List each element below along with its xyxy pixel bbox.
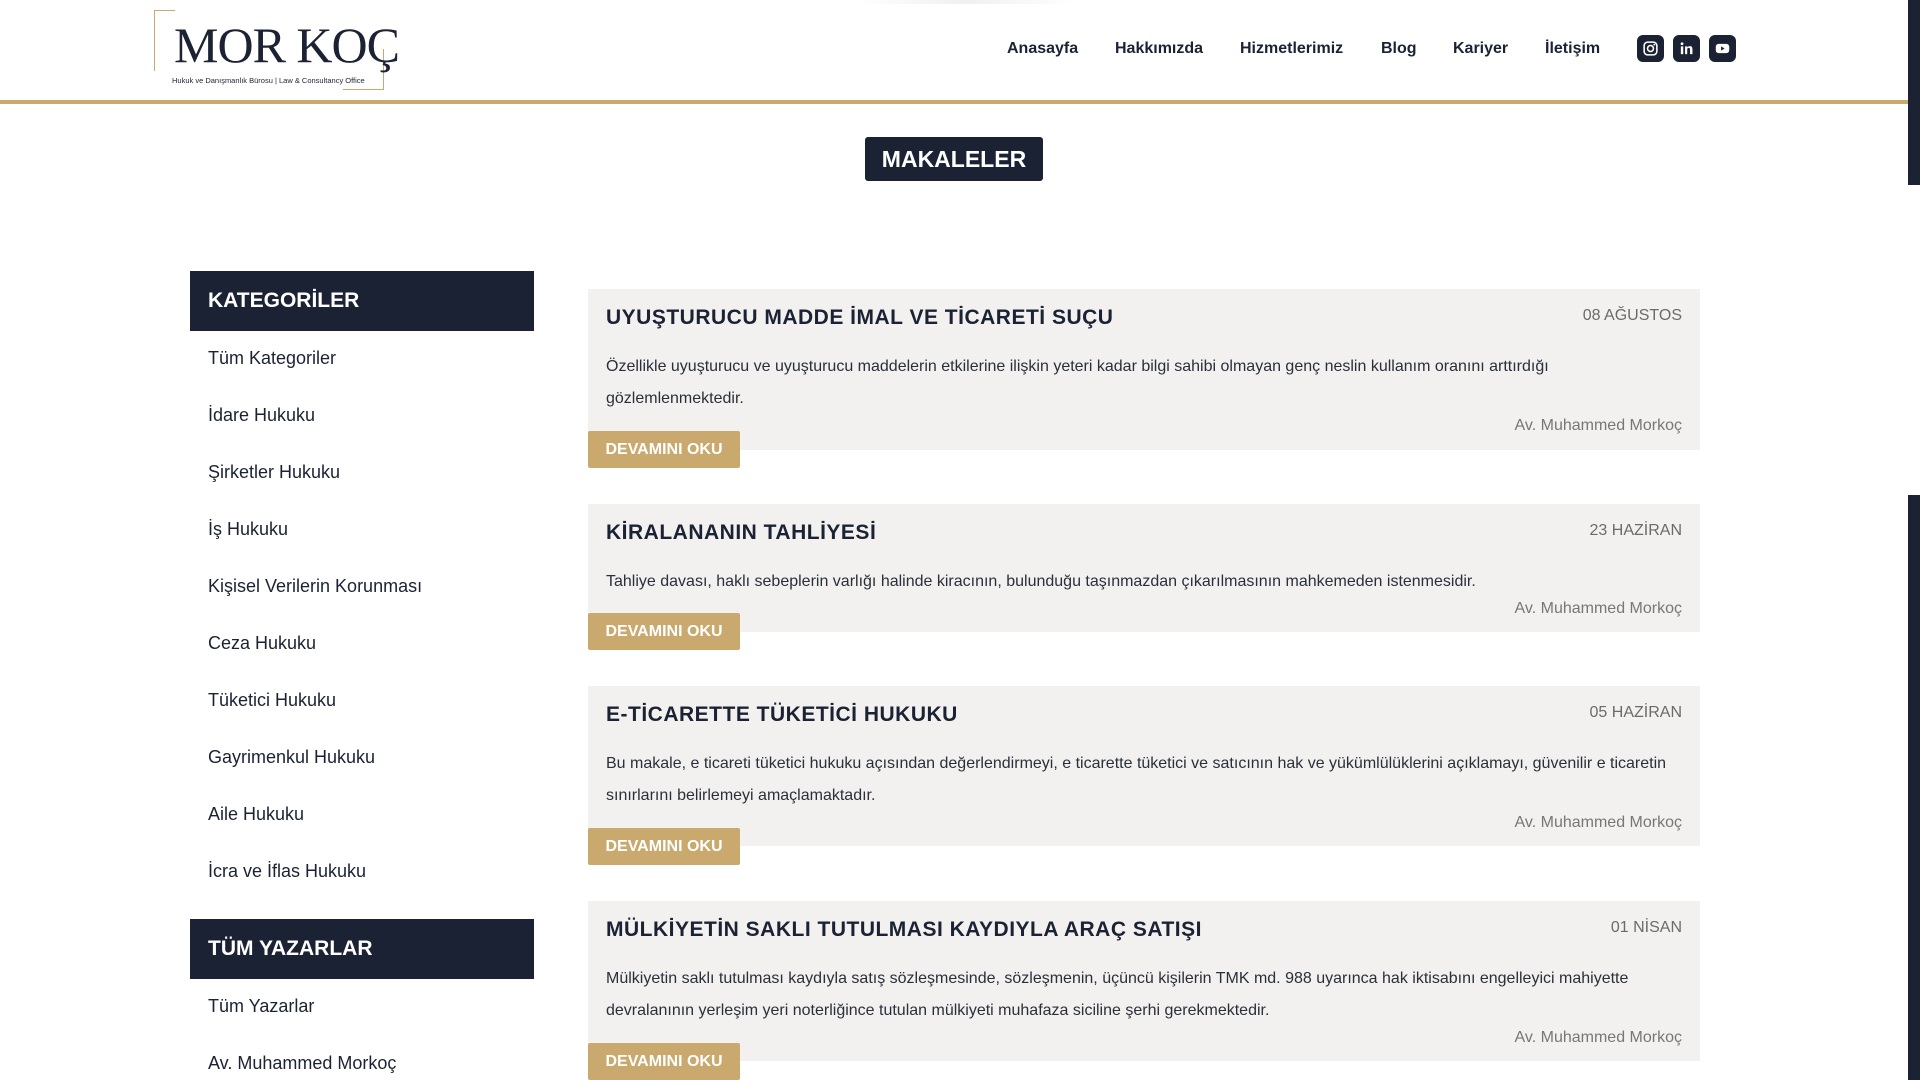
category-item-sirketler[interactable]: Şirketler Hukuku — [208, 462, 340, 483]
read-more-button[interactable]: DEVAMINI OKU — [588, 1043, 740, 1080]
instagram-icon[interactable] — [1637, 35, 1664, 62]
article-author[interactable]: Av. Muhammed Morkoç — [1515, 814, 1682, 832]
article-date: 08 AĞUSTOS — [1582, 307, 1682, 324]
article-title[interactable]: KİRALANANIN TAHLİYESİ — [606, 521, 876, 545]
read-more-button[interactable]: DEVAMINI OKU — [588, 431, 740, 468]
article-title[interactable]: E-TİCARETTE TÜKETİCİ HUKUKU — [606, 703, 958, 727]
nav-item-iletisim[interactable]: İletişim — [1545, 40, 1600, 58]
nav-item-kariyer[interactable]: Kariyer — [1453, 40, 1508, 58]
nav-item-hizmetlerimiz[interactable]: Hizmetlerimiz — [1240, 40, 1343, 58]
category-item-icra[interactable]: İcra ve İflas Hukuku — [208, 861, 366, 882]
read-more-button[interactable]: DEVAMINI OKU — [588, 828, 740, 865]
article-excerpt: Bu makale, e ticareti tüketici hukuku aç… — [606, 755, 1667, 804]
nav-item-blog[interactable]: Blog — [1381, 40, 1417, 58]
article-date: 05 HAZİRAN — [1589, 704, 1682, 721]
author-item-morkoc[interactable]: Av. Muhammed Morkoç — [208, 1053, 396, 1074]
category-item-aile[interactable]: Aile Hukuku — [208, 804, 304, 825]
article-author[interactable]: Av. Muhammed Morkoç — [1515, 1029, 1682, 1047]
authors-heading: TÜM YAZARLAR — [190, 919, 534, 979]
author-item-all[interactable]: Tüm Yazarlar — [208, 996, 314, 1017]
categories-heading: KATEGORİLER — [190, 271, 534, 331]
brand-tagline: Hukuk ve Danışmanlık Bürosu | Law & Cons… — [172, 76, 365, 85]
page-title: MAKALELER — [865, 137, 1043, 181]
article-card: E-TİCARETTE TÜKETİCİ HUKUKU 05 HAZİRAN B… — [588, 686, 1700, 865]
article-card: MÜLKİYETİN SAKLI TUTULMASI KAYDIYLA ARAÇ… — [588, 901, 1700, 1080]
page-scrollbar[interactable] — [1908, 0, 1920, 1080]
article-title[interactable]: MÜLKİYETİN SAKLI TUTULMASI KAYDIYLA ARAÇ… — [606, 918, 1202, 942]
article-card: KİRALANANIN TAHLİYESİ 23 HAZİRAN Tahliye… — [588, 504, 1700, 650]
linkedin-icon[interactable] — [1673, 35, 1700, 62]
category-item-all[interactable]: Tüm Kategoriler — [208, 348, 336, 369]
scrollbar-thumb[interactable] — [1908, 185, 1920, 495]
article-title[interactable]: UYUŞTURUCU MADDE İMAL VE TİCARETİ SUÇU — [606, 306, 1113, 330]
header-shadow — [856, 0, 1076, 4]
logo-frame-top-left — [154, 10, 175, 71]
nav-item-hakkimizda[interactable]: Hakkımızda — [1115, 40, 1203, 58]
article-date: 01 NİSAN — [1610, 919, 1682, 936]
article-excerpt: Mülkiyetin saklı tutulması kaydıyla satı… — [606, 970, 1629, 1019]
brand-logo[interactable]: MOR KOÇ Hukuk ve Danışmanlık Bürosu | La… — [154, 10, 400, 90]
category-item-ceza[interactable]: Ceza Hukuku — [208, 633, 316, 654]
category-item-gayrimenkul[interactable]: Gayrimenkul Hukuku — [208, 747, 375, 768]
article-excerpt: Özellikle uyuşturucu ve uyuşturucu madde… — [606, 358, 1549, 407]
article-date: 23 HAZİRAN — [1589, 522, 1682, 539]
category-item-kvkk[interactable]: Kişisel Verilerin Korunması — [208, 576, 422, 597]
article-author[interactable]: Av. Muhammed Morkoç — [1515, 600, 1682, 618]
article-card: UYUŞTURUCU MADDE İMAL VE TİCARETİ SUÇU 0… — [588, 289, 1700, 468]
youtube-icon[interactable] — [1709, 35, 1736, 62]
site-header: MOR KOÇ Hukuk ve Danışmanlık Bürosu | La… — [0, 0, 1908, 104]
category-item-idare[interactable]: İdare Hukuku — [208, 405, 315, 426]
read-more-button[interactable]: DEVAMINI OKU — [588, 613, 740, 650]
brand-name: MOR KOÇ — [174, 17, 400, 73]
category-item-is[interactable]: İş Hukuku — [208, 519, 288, 540]
nav-item-anasayfa[interactable]: Anasayfa — [1007, 40, 1078, 58]
article-author[interactable]: Av. Muhammed Morkoç — [1515, 417, 1682, 435]
category-item-tuketici[interactable]: Tüketici Hukuku — [208, 690, 336, 711]
article-excerpt: Tahliye davası, haklı sebeplerin varlığı… — [606, 573, 1476, 590]
